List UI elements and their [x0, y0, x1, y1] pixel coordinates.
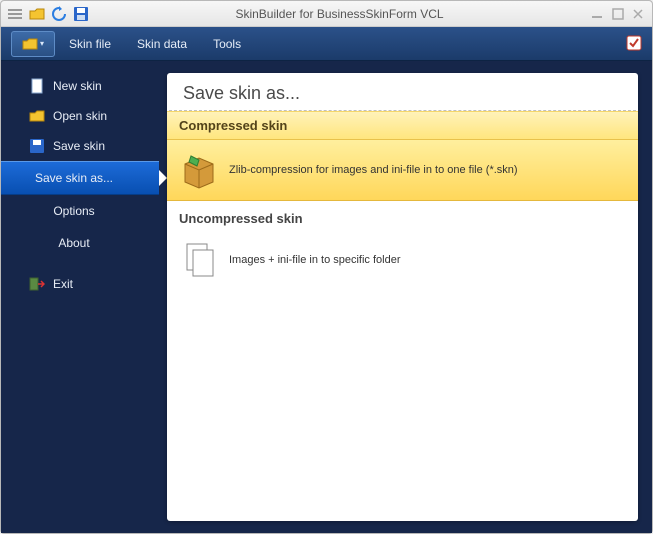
section-header-uncompressed: Uncompressed skin: [167, 201, 638, 230]
documents-icon: [179, 240, 219, 280]
sidebar-item-label: Options: [53, 202, 94, 220]
sidebar-item-about[interactable]: About: [1, 227, 159, 259]
sidebar-item-save-skin-as[interactable]: Save skin as...: [1, 161, 159, 195]
menu-bar: ▾ Skin file Skin data Tools: [1, 27, 652, 61]
sidebar-item-label: About: [58, 234, 89, 252]
save-disk-icon: [29, 138, 45, 154]
option-uncompressed-skin[interactable]: Images + ini-file in to specific folder: [167, 230, 638, 290]
exit-icon: [29, 276, 45, 292]
sidebar-item-open-skin[interactable]: Open skin: [1, 101, 159, 131]
app-menu-button[interactable]: ▾: [11, 31, 55, 57]
sidebar-item-options[interactable]: Options: [1, 195, 159, 227]
folder-icon: [22, 37, 38, 51]
panel-title: Save skin as...: [169, 73, 636, 111]
menubar-right: [626, 35, 642, 54]
sidebar-item-label: Save skin: [53, 137, 105, 155]
menu-tools[interactable]: Tools: [213, 37, 241, 51]
sidebar-item-label: New skin: [53, 77, 102, 95]
title-bar: SkinBuilder for BusinessSkinForm VCL: [1, 1, 652, 27]
folder-open-icon[interactable]: [29, 6, 45, 22]
sidebar-item-label: Save skin as...: [35, 169, 113, 187]
sidebar-item-new-skin[interactable]: New skin: [1, 71, 159, 101]
document-icon: [29, 78, 45, 94]
main-area: New skin Open skin Save skin Save skin a…: [1, 61, 652, 533]
save-disk-icon[interactable]: [73, 6, 89, 22]
menu-icon[interactable]: [7, 6, 23, 22]
sidebar-item-exit[interactable]: Exit: [1, 269, 159, 299]
content-panel: Save skin as... Compressed skin Zlib-com…: [167, 73, 638, 521]
sidebar-item-label: Exit: [53, 275, 73, 293]
section-header-compressed: Compressed skin: [167, 111, 638, 140]
minimize-icon[interactable]: [590, 6, 606, 22]
chevron-down-icon: ▾: [40, 39, 44, 48]
option-description: Images + ini-file in to specific folder: [229, 254, 401, 266]
check-icon[interactable]: [626, 35, 642, 51]
sidebar-item-save-skin[interactable]: Save skin: [1, 131, 159, 161]
menu-skin-file[interactable]: Skin file: [69, 37, 111, 51]
titlebar-right: [590, 6, 646, 22]
maximize-icon[interactable]: [610, 6, 626, 22]
folder-open-icon: [29, 108, 45, 124]
window-title: SkinBuilder for BusinessSkinForm VCL: [89, 7, 590, 21]
titlebar-left: [7, 6, 89, 22]
app-window: SkinBuilder for BusinessSkinForm VCL ▾ S…: [0, 0, 653, 534]
option-description: Zlib-compression for images and ini-file…: [229, 164, 518, 176]
app-menu-dropdown: New skin Open skin Save skin Save skin a…: [1, 61, 159, 533]
close-icon[interactable]: [630, 6, 646, 22]
box-icon: [179, 150, 219, 190]
sidebar-item-label: Open skin: [53, 107, 107, 125]
menu-skin-data[interactable]: Skin data: [137, 37, 187, 51]
option-compressed-skin[interactable]: Zlib-compression for images and ini-file…: [167, 140, 638, 201]
refresh-icon[interactable]: [51, 6, 67, 22]
